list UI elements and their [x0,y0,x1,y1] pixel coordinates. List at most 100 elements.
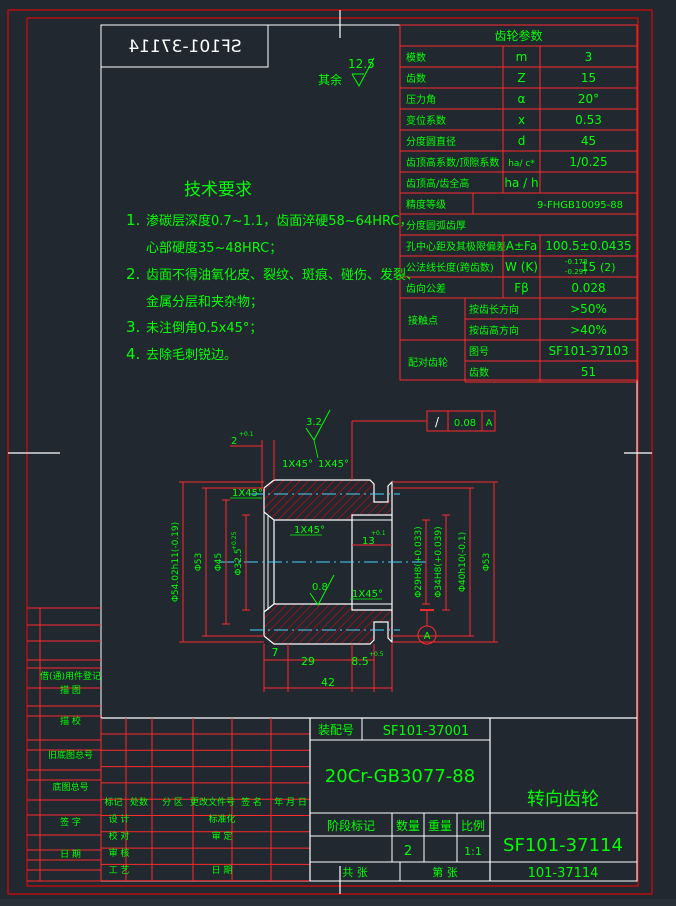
left-strip-label: 描 图 [60,684,81,696]
left-strip-label: 日 期 [60,849,81,860]
revision-header: 年 月 日 [274,796,307,808]
requirement-text: 去除毛刺锐边。 [146,348,237,363]
dim-2-tol: +0.1 [239,431,254,438]
gear-param-symbol: x [518,113,525,127]
wk-span: (2) [600,261,616,274]
gear-param-value: 9-FHGB10095-88 [537,200,623,211]
dim-phi54: Φ54.02h11(-0.19) [171,522,181,602]
chamfer-4: 1X45° [294,525,325,536]
title-block: 标记 处数 分 区更改文件号签 名年 月 日设 计校 对审 核工 艺 标准化审 定日 … [100,717,637,882]
gear-param-symbol: ha / h [504,176,538,190]
gear-param-value: 0.028 [571,281,605,295]
dim-42: 42 [321,676,335,689]
stage-label: 阶段标记 [327,818,375,833]
sheet-total: 共 张 [342,866,368,879]
assembly-label: 装配号 [318,723,354,737]
mate-label: 配对齿轮 [408,356,448,369]
mirrored-drawing-number: SF101-37114 [128,37,241,57]
gear-param-symbol: Z [517,71,525,85]
roughness-3-2: 3.2 [306,417,322,428]
gear-param-name: 孔中心距及其极限偏差 [406,240,506,253]
dim-phi32: Φ32.5 [234,548,244,575]
dim-phi40: Φ40h10(-0.1) [458,532,468,592]
revision-header: 签 名 [241,796,262,808]
gear-param-symbol: ha/ c* [508,159,535,169]
gear-param-name: 精度等级 [406,198,446,211]
gear-parameter-table: 齿轮参数模数 m 3 齿数 Z 15 压力角 α 20° 变位系数 x 0.53 分度圆直径 d 45 齿顶高… [399,24,638,383]
code-number: 101-37114 [528,866,599,881]
gear-param-name: 齿数 [406,72,426,85]
chamfer-2: 1X45° [318,459,349,470]
left-strip-label: 描 校 [60,715,81,727]
gear-param-value: 15 [581,71,596,85]
dim-29: 29 [301,655,315,668]
centering-marks [8,10,652,894]
gear-param-value: 0.53 [575,113,602,127]
dim-8-5: 8.5 [351,655,369,668]
left-strip-label: 旧底图总号 [48,749,93,761]
contact-name: 按齿高方向 [469,324,519,337]
revision-header: 处数 [130,796,148,808]
gear-body-upper [263,479,393,521]
scale-label: 比例 [461,819,485,833]
gear-body-lower [263,603,393,645]
left-strip-label: 底图总号 [52,781,88,793]
sheet-number: 第 张 [432,865,458,879]
signature-role: 审 核 [109,847,130,859]
wk-tol-lower: -0.297 [565,268,588,276]
dim-8-5-tol: +0.5 [369,651,384,658]
gear-param-value: 100.5±0.0435 [545,239,631,253]
signature-role: 设 计 [109,813,130,825]
gear-param-symbol: m [516,50,528,64]
roughness-prefix: 其余 [318,72,342,87]
requirement-number: 4. [126,345,140,363]
gear-param-value: 20° [578,92,599,106]
wk-tol-upper: -0.178 [565,258,588,266]
contact-label: 接触点 [408,314,438,327]
dim-phi53-right: Φ53 [482,553,492,572]
tolerance-datum: A [486,418,493,429]
gear-param-value: 3 [585,50,593,64]
mate-value: SF101-37103 [549,344,629,358]
drawing-frame [100,24,638,882]
gear-param-symbol: A±Fa [506,239,537,253]
gear-param-name: 公法线长度(跨齿数) [406,261,494,274]
mate-name: 齿数 [469,366,489,379]
datum-label: A [424,631,431,642]
quantity-value: 2 [404,844,412,859]
requirement-text: 未注倒角0.5x45°； [146,321,262,336]
outer-border [7,9,653,895]
approval-role: 审 定 [212,830,233,842]
contact-name: 按齿长方向 [469,303,519,316]
requirement-number: 1. [126,211,140,229]
gear-param-symbol: α [518,92,526,106]
gear-param-name: 变位系数 [406,114,446,127]
dim-phi29: Φ29H8(+0.033) [414,526,424,597]
part-name: 转向齿轮 [527,789,599,810]
dim-phi53-left: Φ53 [194,553,204,572]
gear-param-value: 1/0.25 [569,155,607,169]
engineering-drawing: SF101-37114 其余 12.5 齿轮参数模数 m 3 齿数 Z 15 压力角 α 20°… [7,9,653,895]
tech-requirements-title: 技术要求 [184,180,252,200]
gear-param-name: 压力角 [406,93,436,106]
gear-table-title: 齿轮参数 [494,28,542,43]
dim-phi34: Φ34H8(+0.039) [434,526,444,597]
drawing-number: SF101-37114 [503,835,623,856]
requirement-text: 心部硬度35~48HRC； [146,240,282,256]
scale-value: 1:1 [464,845,482,858]
gear-param-symbol: Fβ [514,281,529,295]
assembly-number: SF101-37001 [383,724,470,739]
requirement-text: 渗碳层深度0.7~1.1，齿面淬硬58~64HRC， [146,213,412,229]
quantity-label: 数量 [396,818,420,833]
gear-param-symbol: W (K) [505,260,538,274]
chamfer-3: 1X45° [232,488,263,499]
approval-role: 日 期 [212,865,233,876]
gear-param-name: 模数 [406,51,426,64]
bottom-status-strip [0,899,676,906]
requirement-number: 2. [126,265,140,283]
mate-value: 51 [581,365,596,379]
material-spec: 20Cr-GB3077-88 [325,766,475,787]
dim-7: 7 [272,646,279,659]
general-roughness: 其余 12.5 [318,57,375,88]
chamfer-5: 1X45° [352,589,383,600]
